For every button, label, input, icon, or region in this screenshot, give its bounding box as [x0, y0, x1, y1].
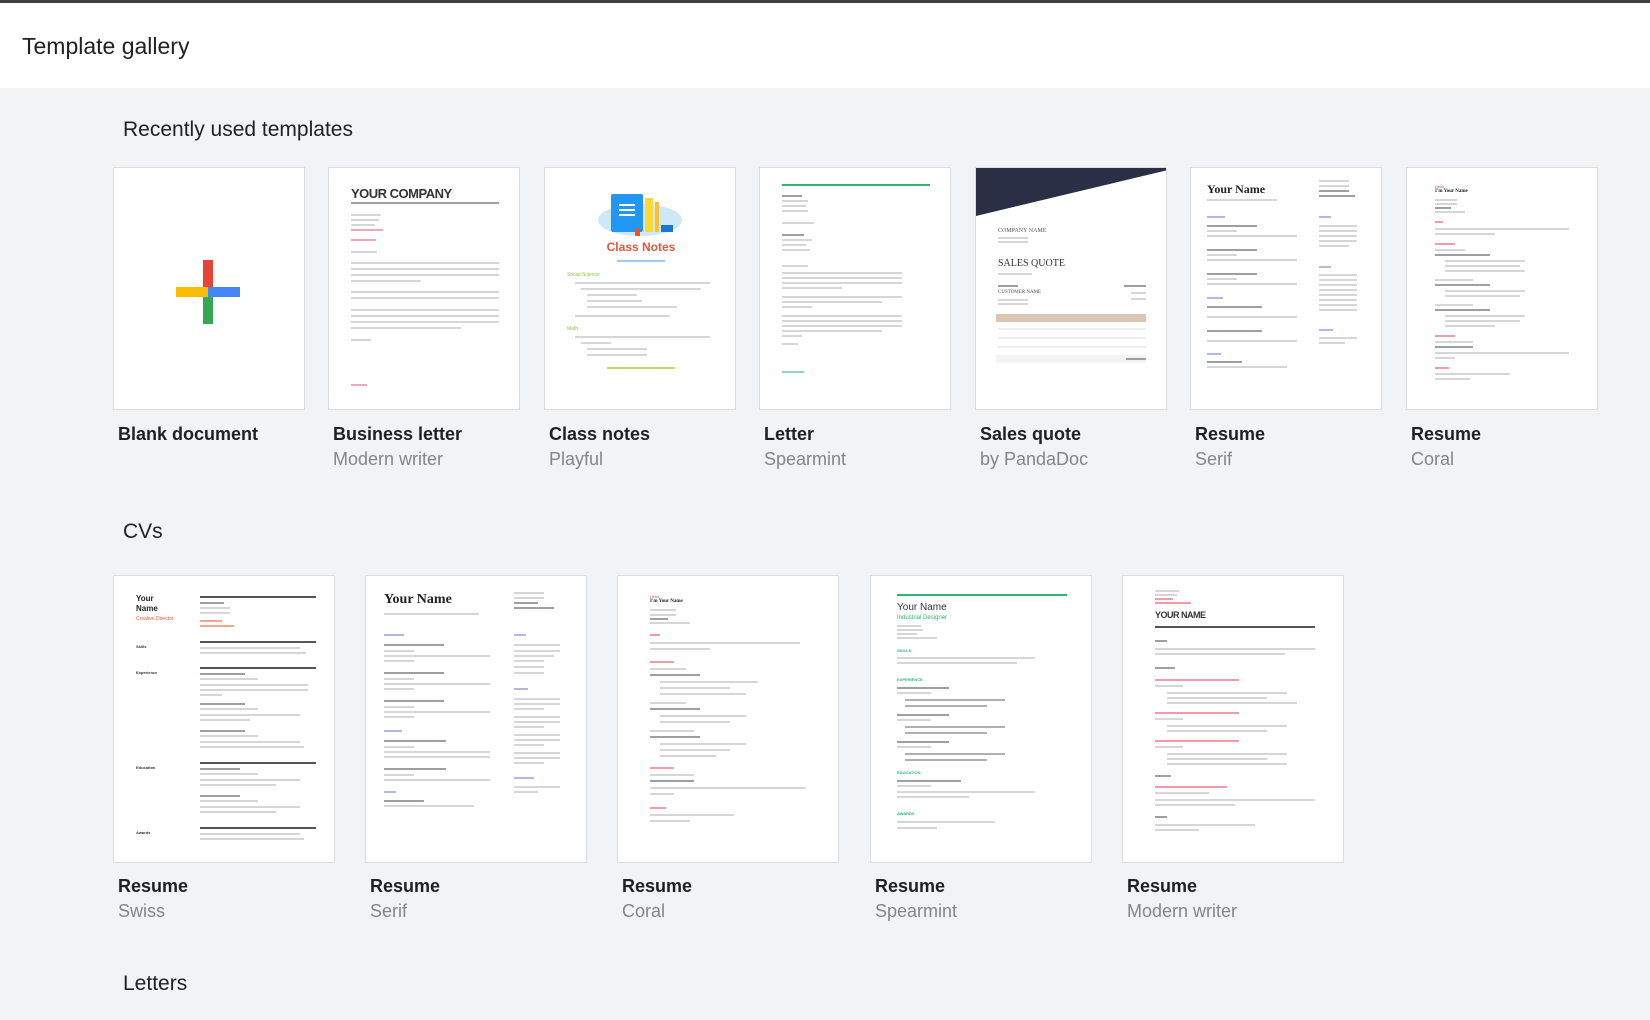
template-subtitle: Modern writer	[1127, 901, 1238, 921]
thumb-section: Math	[567, 326, 579, 332]
divider	[1155, 626, 1315, 628]
thumb-label: Awards	[136, 830, 151, 835]
template-card-resume-modern-writer[interactable]: YOUR NAME	[1122, 575, 1344, 863]
thumb-heading: YOUR COMPANY	[351, 186, 452, 201]
template-title: Resume	[875, 876, 946, 896]
template-subtitle: Swiss	[118, 901, 166, 921]
thumb-name: Your Name	[136, 594, 158, 613]
section-title-letters: Letters	[123, 972, 188, 995]
thumb-heading: SALES QUOTE	[998, 258, 1065, 269]
thumb-label: Experience	[136, 670, 158, 675]
thumb-role: Industrial Designer	[897, 615, 948, 621]
template-subtitle: Modern writer	[333, 449, 444, 469]
template-card-letter-spearmint[interactable]	[759, 167, 951, 410]
template-subtitle: Serif	[1195, 449, 1233, 469]
thumb-name: Your Name	[384, 592, 452, 607]
template-subtitle: Coral	[1411, 449, 1455, 469]
template-title: Business letter	[333, 424, 463, 444]
template-card-sales-quote[interactable]: COMPANY NAME SALES QUOTE CUSTOMER NAME	[975, 167, 1167, 410]
thumb-section: Social Science	[567, 272, 600, 278]
template-card-resume-coral[interactable]: Hello I'm Your Name	[617, 575, 839, 863]
thumb-label: AWARDS	[897, 811, 915, 816]
template-subtitle: by PandaDoc	[980, 449, 1089, 469]
thumb-name: Your Name	[897, 602, 947, 613]
template-title: Letter	[764, 424, 815, 444]
template-card-resume-coral[interactable]: Hello I'm Your Name	[1406, 167, 1598, 410]
thumb-name: YOUR NAME	[1155, 610, 1206, 620]
thumb-heading: Class Notes	[606, 240, 676, 254]
accent-line	[897, 594, 1067, 596]
template-subtitle: Playful	[549, 449, 604, 469]
template-title: Resume	[370, 876, 441, 896]
template-title: Sales quote	[980, 424, 1082, 444]
template-card-business-letter[interactable]: YOUR COMPANY	[328, 167, 520, 410]
plus-icon	[176, 260, 240, 324]
template-subtitle: Coral	[622, 901, 666, 921]
template-card-resume-swiss[interactable]: Your Name Creative Director Skills Exper…	[113, 575, 335, 863]
template-subtitle: Serif	[370, 901, 408, 921]
template-title: Resume	[622, 876, 693, 896]
thumb-label: Education	[136, 765, 156, 770]
thumb-company: COMPANY NAME	[998, 228, 1047, 234]
thumb-label: EDUCATION	[897, 770, 921, 775]
page-title: Template gallery	[22, 33, 190, 59]
template-card-resume-spearmint[interactable]: Your Name Industrial Designer SKILLS EXP…	[870, 575, 1092, 863]
template-subtitle: Spearmint	[875, 901, 958, 921]
template-title: Resume	[1411, 424, 1482, 444]
thumb-customer: CUSTOMER NAME	[998, 290, 1042, 295]
template-title: Resume	[1195, 424, 1266, 444]
section-title-recent: Recently used templates	[123, 118, 353, 141]
thumb-name: I'm Your Name	[650, 599, 683, 604]
thumb-label: SKILLS	[897, 648, 912, 653]
template-card-resume-serif[interactable]: Your Name	[365, 575, 587, 863]
divider	[351, 202, 499, 204]
thumb-name: Your Name	[1207, 182, 1266, 196]
template-subtitle: Spearmint	[764, 449, 847, 469]
header-shape	[976, 168, 1166, 218]
template-card-blank-document[interactable]	[113, 167, 305, 410]
thumb-label: EXPERIENCE	[897, 677, 923, 682]
thumb-label: Skills	[136, 644, 147, 649]
template-title: Blank document	[118, 424, 259, 444]
template-card-resume-serif[interactable]: Your Name	[1190, 167, 1382, 410]
thumb-role: Creative Director	[136, 616, 174, 622]
header-bar: Template gallery	[0, 3, 1650, 88]
divider	[607, 367, 675, 369]
template-title: Resume	[1127, 876, 1198, 896]
table-header	[996, 314, 1146, 322]
accent-line	[782, 184, 930, 186]
template-title: Class notes	[549, 424, 651, 444]
notebook-icon	[595, 188, 685, 238]
template-title: Resume	[118, 876, 189, 896]
template-card-class-notes[interactable]: Class Notes Social Science Math	[544, 167, 736, 410]
thumb-name: I'm Your Name	[1435, 189, 1468, 194]
section-title-cvs: CVs	[123, 520, 163, 543]
